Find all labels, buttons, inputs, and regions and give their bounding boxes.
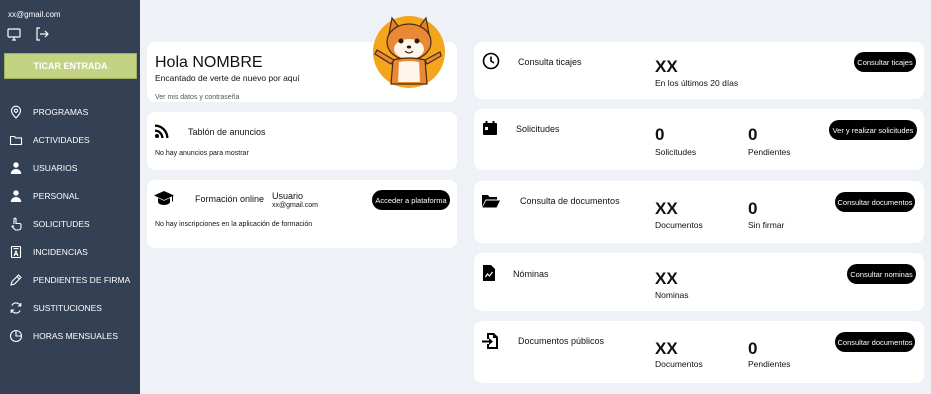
requests-count-label: Solicitudes bbox=[655, 147, 697, 157]
training-card: Formación online Usuario xx@gmail.com Ac… bbox=[147, 180, 457, 248]
view-requests-button[interactable]: Ver y realizar solicitudes bbox=[829, 120, 917, 140]
folder-icon bbox=[9, 133, 23, 147]
consult-clockings-button[interactable]: Consultar ticajes bbox=[854, 52, 916, 72]
public-documents-count: XX bbox=[655, 339, 678, 358]
sidebar-item-pendientes-firma[interactable]: PENDIENTES DE FIRMA bbox=[0, 266, 140, 294]
sidebar-item-sustituciones[interactable]: SUSTITUCIONES bbox=[0, 294, 140, 322]
sidebar-item-usuarios[interactable]: USUARIOS bbox=[0, 154, 140, 182]
logout-icon[interactable] bbox=[34, 26, 50, 42]
refresh-icon bbox=[9, 301, 23, 315]
monitor-icon[interactable] bbox=[6, 26, 22, 42]
profile-link[interactable]: Ver mis datos y contraseña bbox=[155, 94, 239, 101]
user-email: xx@gmail.com bbox=[8, 10, 61, 19]
announcements-card: Tablón de anuncios No hay anuncios para … bbox=[147, 112, 457, 170]
public-documents-count-label: Documentos bbox=[655, 359, 703, 369]
location-pin-icon bbox=[9, 105, 23, 119]
consult-public-documents-button[interactable]: Consultar documentos bbox=[835, 332, 915, 352]
consult-documents-button[interactable]: Consultar documentos bbox=[835, 192, 915, 212]
payroll-value: XX bbox=[655, 269, 678, 288]
announcements-title: Tablón de anuncios bbox=[188, 127, 266, 137]
documents-card: Consulta de documentos XX Documentos 0 S… bbox=[474, 181, 924, 243]
sidebar-item-solicitudes[interactable]: SOLICITUDES bbox=[0, 210, 140, 238]
pie-chart-icon bbox=[9, 329, 23, 343]
documents-count: XX bbox=[655, 199, 678, 218]
sidebar-item-label: SOLICITUDES bbox=[33, 219, 90, 229]
payslip-icon bbox=[482, 264, 496, 287]
incident-report-icon bbox=[9, 245, 23, 259]
sidebar-item-programas[interactable]: PROGRAMAS bbox=[0, 98, 140, 126]
sidebar-item-personal[interactable]: PERSONAL bbox=[0, 182, 140, 210]
user-icon bbox=[9, 161, 23, 175]
shiba-mascot bbox=[367, 12, 447, 90]
public-documents-card: Documentos públicos XX Documentos 0 Pend… bbox=[474, 321, 924, 383]
training-empty: No hay inscripciones en la aplicación de… bbox=[155, 221, 313, 228]
sidebar-item-label: USUARIOS bbox=[33, 163, 78, 173]
clock-icon bbox=[482, 52, 500, 75]
clockings-card: Consulta ticajes XX En los últimos 20 dí… bbox=[474, 42, 924, 99]
training-user-label: Usuario bbox=[272, 191, 304, 201]
requests-pending-label: Pendientes bbox=[748, 147, 791, 157]
sidebar-item-label: INCIDENCIAS bbox=[33, 247, 88, 257]
training-title: Formación online bbox=[195, 194, 265, 204]
payroll-label: Nominas bbox=[655, 290, 689, 300]
welcome-subtitle: Encantado de verte de nuevo por aquí bbox=[155, 73, 300, 83]
sidebar-item-label: ACTIVIDADES bbox=[33, 135, 90, 145]
requests-title: Solicitudes bbox=[516, 124, 560, 134]
person-icon bbox=[9, 189, 23, 203]
documents-unsigned: 0 bbox=[748, 199, 758, 218]
announcements-empty: No hay anuncios para mostrar bbox=[155, 150, 249, 157]
documents-unsigned-label: Sin firmar bbox=[748, 220, 785, 230]
payroll-card: Nóminas XX Nominas Consultar nominas bbox=[474, 253, 924, 311]
consult-payroll-button[interactable]: Consultar nominas bbox=[847, 264, 916, 284]
sidebar-item-label: PERSONAL bbox=[33, 191, 80, 201]
folder-open-icon bbox=[481, 193, 501, 214]
sidebar-item-label: PENDIENTES DE FIRMA bbox=[33, 275, 131, 285]
file-import-icon bbox=[481, 332, 501, 355]
access-platform-button[interactable]: Acceder a plataforma bbox=[372, 190, 450, 210]
requests-count: 0 bbox=[655, 125, 665, 144]
sidebar-item-label: PROGRAMAS bbox=[33, 107, 89, 117]
graduation-cap-icon bbox=[153, 190, 175, 211]
requests-card: Solicitudes 0 Solicitudes 0 Pendientes V… bbox=[474, 109, 924, 170]
requests-pending: 0 bbox=[748, 125, 758, 144]
hand-pointer-icon bbox=[9, 217, 23, 231]
sidebar-item-label: HORAS MENSUALES bbox=[33, 331, 119, 341]
sidebar-nav: PROGRAMAS ACTIVIDADES USUARIOS PERSONAL … bbox=[0, 98, 140, 350]
documents-count-label: Documentos bbox=[655, 220, 703, 230]
sidebar-item-actividades[interactable]: ACTIVIDADES bbox=[0, 126, 140, 154]
training-user-email: xx@gmail.com bbox=[272, 202, 319, 209]
clockings-value: XX bbox=[655, 57, 678, 76]
documents-title: Consulta de documentos bbox=[520, 196, 620, 206]
rss-icon bbox=[154, 123, 170, 144]
sidebar-item-horas-mensuales[interactable]: HORAS MENSUALES bbox=[0, 322, 140, 350]
sidebar: xx@gmail.com TICAR ENTRADA PROGRAMAS ACT… bbox=[0, 0, 140, 394]
public-documents-pending-label: Pendientes bbox=[748, 359, 791, 369]
payroll-title: Nóminas bbox=[513, 269, 549, 279]
sidebar-item-label: SUSTITUCIONES bbox=[33, 303, 102, 313]
public-documents-title: Documentos públicos bbox=[518, 336, 605, 346]
calendar-icon bbox=[482, 120, 498, 141]
sidebar-item-incidencias[interactable]: INCIDENCIAS bbox=[0, 238, 140, 266]
clockings-caption: En los últimos 20 días bbox=[655, 78, 739, 88]
welcome-title: Hola NOMBRE bbox=[155, 54, 263, 71]
public-documents-pending: 0 bbox=[748, 339, 758, 358]
ticar-entrada-button[interactable]: TICAR ENTRADA bbox=[4, 53, 137, 79]
clockings-title: Consulta ticajes bbox=[518, 57, 582, 67]
pen-icon bbox=[9, 273, 23, 287]
